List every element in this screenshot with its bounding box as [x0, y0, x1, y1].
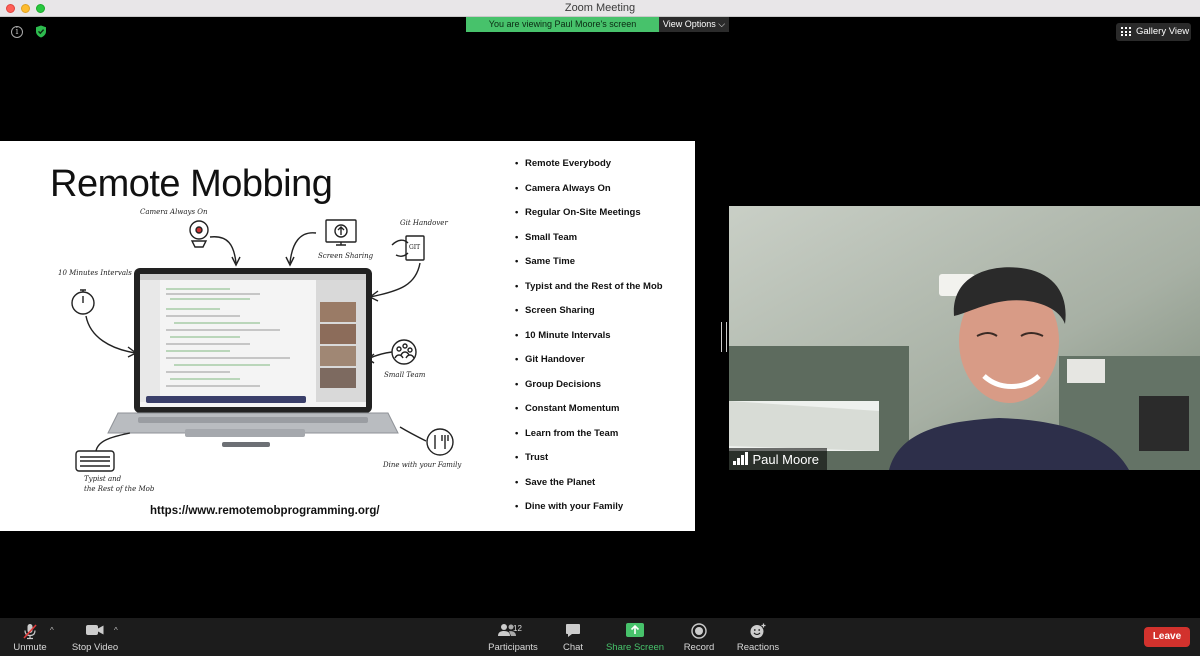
participant-video-tile[interactable]: Paul Moore — [729, 206, 1200, 470]
participants-label: Participants — [488, 642, 538, 653]
video-camera-icon — [86, 625, 104, 635]
bullet-item: Constant Momentum — [515, 402, 663, 427]
git-handover-label: Git Handover — [400, 219, 448, 227]
share-screen-label: Share Screen — [605, 642, 665, 653]
meeting-info-icon[interactable]: i — [11, 26, 23, 38]
slide-bullet-list: Remote Everybody Camera Always On Regula… — [515, 157, 663, 525]
bullet-item: Dine with your Family — [515, 500, 663, 525]
participant-name-tag: Paul Moore — [729, 448, 827, 470]
reactions-label: Reactions — [736, 642, 780, 653]
dine-label: Dine with your Family — [383, 461, 462, 469]
stop-video-button[interactable]: Stop Video — [68, 618, 122, 656]
bullet-item: Typist and the Rest of the Mob — [515, 280, 663, 305]
video-thumb-4 — [320, 368, 356, 388]
bullet-item: Screen Sharing — [515, 304, 663, 329]
video-thumb-2 — [320, 324, 356, 344]
arrow-dine — [399, 426, 427, 442]
typist-label-line2: the Rest of the Mob — [84, 485, 155, 493]
camera-label: Camera Always On — [140, 208, 208, 216]
share-screen-button[interactable]: Share Screen — [604, 618, 666, 656]
unmute-button[interactable]: Unmute — [8, 618, 52, 656]
intervals-label: 10 Minutes Intervals — [58, 269, 132, 277]
bullet-item: 10 Minute Intervals — [515, 329, 663, 354]
stop-video-label: Stop Video — [71, 642, 119, 653]
video-options-chevron-up-icon[interactable]: ^ — [114, 626, 118, 635]
audio-options-chevron-up-icon[interactable]: ^ — [50, 626, 54, 635]
reactions-button[interactable]: Reactions — [734, 618, 782, 656]
participants-count: 12 — [513, 624, 522, 633]
git-icon-text: GIT — [409, 244, 421, 251]
share-screen-arrow-icon — [626, 623, 644, 637]
laptop-dock — [146, 396, 306, 403]
typist-label-line1: Typist and — [84, 475, 122, 483]
participant-video-feed — [729, 206, 1200, 470]
leave-meeting-button[interactable]: Leave — [1144, 627, 1190, 647]
participants-button[interactable]: 12 Participants — [486, 618, 540, 656]
muted-microphone-icon — [23, 624, 37, 640]
slide-url: https://www.remotemobprogramming.org/ — [150, 505, 380, 517]
video-thumb-3 — [320, 346, 356, 366]
chat-button[interactable]: Chat — [556, 618, 590, 656]
window-title: Zoom Meeting — [564, 2, 636, 14]
chat-label: Chat — [562, 642, 584, 653]
bullet-item: Remote Everybody — [515, 157, 663, 182]
bullet-item: Same Time — [515, 255, 663, 280]
arrow-camera — [209, 236, 237, 264]
grid-icon — [1121, 27, 1131, 37]
encryption-shield-icon[interactable] — [35, 25, 47, 38]
bullet-item: Learn from the Team — [515, 427, 663, 452]
bullet-item: Save the Planet — [515, 476, 663, 501]
window-titlebar: Zoom Meeting — [0, 0, 1200, 17]
remote-mobbing-diagram — [71, 219, 454, 472]
bullet-item: Regular On-Site Meetings — [515, 206, 663, 231]
small-team-label: Small Team — [384, 371, 426, 379]
connection-signal-icon — [733, 452, 748, 465]
bullet-item: Group Decisions — [515, 378, 663, 403]
bullet-item: Small Team — [515, 231, 663, 256]
plate-cutlery-icon — [426, 428, 454, 456]
gallery-view-button[interactable]: Gallery View — [1116, 23, 1191, 41]
screen-sharing-label: Screen Sharing — [318, 252, 374, 260]
record-button[interactable]: Record — [680, 618, 718, 656]
participant-name: Paul Moore — [752, 451, 819, 467]
video-thumb-1 — [320, 302, 356, 322]
bullet-item: Git Handover — [515, 353, 663, 378]
bullet-item: Trust — [515, 451, 663, 476]
bullet-item: Camera Always On — [515, 182, 663, 207]
viewing-screen-banner: You are viewing Paul Moore's screen — [466, 17, 659, 32]
chat-bubble-icon — [566, 624, 580, 637]
unmute-label: Unmute — [13, 642, 47, 653]
record-icon — [691, 623, 707, 639]
record-label: Record — [683, 642, 715, 653]
view-options-button[interactable]: View Options ⌵ — [659, 17, 729, 32]
smiley-plus-icon — [750, 623, 766, 638]
meeting-toolbar: Unmute ^ Stop Video ^ 12 Participants Ch… — [0, 618, 1200, 656]
gallery-view-label: Gallery View — [1136, 26, 1190, 37]
panel-resize-handle[interactable] — [721, 322, 727, 352]
shared-screen-slide: Remote Mobbing Camera Always On Screen S… — [0, 141, 695, 531]
